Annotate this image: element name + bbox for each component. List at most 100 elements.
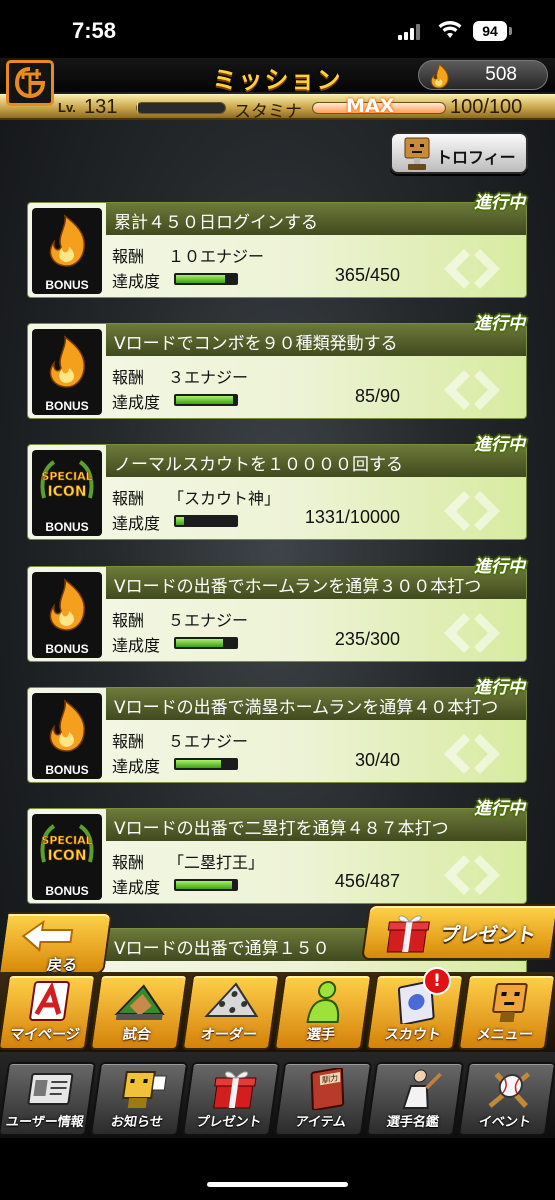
mission-card[interactable]: Vロードでコンボを９０種類発動する BONUS 報酬 ３エナジー 達成度 85/90 進行中 — [27, 314, 527, 419]
mission-card-body: 累計４５０日ログインする BONUS 報酬 １０エナジー 達成度 365/450 — [27, 202, 527, 298]
present-icon — [213, 1071, 257, 1109]
mission-card[interactable]: ノーマルスカウトを１００００回する SPECIAL ICON BONUS 報酬 「スカウト… — [27, 435, 527, 540]
secondary-nav: ユーザー情報 お知らせ プレゼント 馴力 アイテム 選手名鑑 イベント — [0, 1052, 555, 1138]
bonus-label: BONUS — [45, 884, 89, 898]
special-icon: SPECIALICON — [40, 824, 94, 864]
nav-item[interactable]: 馴力 アイテム — [273, 1062, 373, 1136]
nav-game[interactable]: 試合 — [89, 974, 189, 1050]
status-bar: 7:58 94 — [0, 0, 555, 58]
exp-gauge — [136, 102, 226, 114]
progress-label: 達成度 — [112, 878, 161, 897]
nav-item-label: アイテム — [294, 1115, 348, 1130]
reward-value: １０エナジー — [168, 247, 265, 266]
mission-title-bar: ノーマルスカウトを１００００回する — [106, 445, 526, 477]
energy-flame-icon — [49, 699, 85, 752]
special-icon-text-bottom: ICON — [47, 848, 86, 864]
home-indicator[interactable] — [207, 1182, 348, 1187]
nav-scout-label: スカウト — [383, 1027, 442, 1043]
progress-bar — [174, 879, 238, 891]
nav-news[interactable]: お知らせ — [89, 1062, 189, 1136]
chevron-decoration-icon — [444, 370, 500, 410]
present-button-label: プレゼント — [439, 924, 538, 946]
nav-menu-label: メニュー — [475, 1027, 534, 1043]
progress-bar-fill — [176, 275, 225, 283]
nav-order-label: オーダー — [199, 1027, 258, 1043]
trophy-button[interactable]: トロフィー — [390, 132, 528, 174]
nav-menu[interactable]: メニュー — [457, 974, 555, 1050]
battery-tip — [509, 27, 512, 35]
reward-label: 報酬 — [112, 853, 145, 872]
chevron-decoration-icon — [444, 734, 500, 774]
mission-status-badge: 進行中 — [474, 435, 525, 455]
nav-news-label: お知らせ — [109, 1115, 164, 1130]
present-button[interactable]: プレゼント — [361, 904, 555, 960]
status-time: 7:58 — [72, 18, 117, 43]
energy-flame-icon — [430, 62, 449, 89]
mission-status-badge: 進行中 — [474, 678, 525, 698]
primary-nav: マイページ 試合 オーダー 選手 スカウト メニュー — [0, 972, 555, 1052]
item-icon: 馴力 — [310, 1068, 345, 1110]
bonus-label: BONUS — [45, 278, 89, 292]
progress-bar — [174, 758, 238, 770]
mission-card[interactable]: 累計４５０日ログインする BONUS 報酬 １０エナジー 達成度 365/450 進行中 — [27, 193, 527, 298]
nav-order[interactable]: オーダー — [181, 974, 281, 1050]
nav-present[interactable]: プレゼント — [181, 1062, 281, 1136]
nav-player-label: 選手 — [305, 1027, 336, 1043]
reward-label: 報酬 — [112, 247, 145, 266]
mission-reward-icon: BONUS — [32, 693, 102, 779]
progress-label: 達成度 — [112, 393, 161, 412]
player-icon — [306, 981, 340, 1023]
progress-bar — [174, 515, 238, 527]
chevron-decoration-icon — [444, 491, 500, 531]
mission-card-body: ノーマルスカウトを１００００回する SPECIAL ICON BONUS 報酬 「スカウト… — [27, 444, 527, 540]
energy-flame-icon — [49, 335, 85, 388]
menu-icon — [492, 983, 528, 1022]
nav-my-page[interactable]: マイページ — [0, 974, 97, 1050]
bonus-label: BONUS — [45, 399, 89, 413]
special-icon-text-top: SPECIAL — [41, 834, 92, 847]
mission-title: Vロードの出番で満塁ホームランを通算４０本打つ — [114, 698, 499, 718]
wifi-icon — [438, 21, 462, 38]
back-button[interactable]: 戻る — [0, 912, 113, 974]
mission-card[interactable]: Vロードの出番で二塁打を通算４８７本打つ SPECIAL ICON BONUS 報酬 「二… — [27, 799, 527, 904]
mission-title-bar: 累計４５０日ログインする — [106, 203, 526, 235]
mission-title: 累計４５０日ログインする — [114, 213, 318, 233]
stamina-max-badge: MAX — [346, 95, 395, 117]
nav-player-directory[interactable]: 選手名鑑 — [365, 1062, 465, 1136]
mission-card[interactable]: Vロードの出番でホームランを通算３００本打つ BONUS 報酬 ５エナジー 達成度 235… — [27, 557, 527, 662]
mission-reward-icon: BONUS — [32, 329, 102, 415]
event-icon — [488, 1072, 530, 1108]
order-icon — [204, 982, 259, 1017]
progress-value: 365/450 — [334, 265, 400, 285]
mission-title: Vロードでコンボを９０種類発動する — [114, 334, 398, 354]
mission-card[interactable]: Vロードの出番で満塁ホームランを通算４０本打つ BONUS 報酬 ５エナジー 達成度 30… — [27, 678, 527, 783]
chevron-decoration-icon — [444, 249, 500, 289]
nav-user-info[interactable]: ユーザー情報 — [0, 1062, 97, 1136]
reward-value: 「スカウト神」 — [168, 489, 281, 508]
nav-player[interactable]: 選手 — [273, 974, 373, 1050]
progress-bar-fill — [176, 639, 223, 647]
nav-game-label: 試合 — [121, 1027, 152, 1043]
reward-value: ５エナジー — [168, 732, 249, 751]
reward-value: ５エナジー — [168, 611, 249, 630]
progress-value: 85/90 — [354, 386, 400, 406]
mission-status-badge: 進行中 — [474, 799, 525, 819]
progress-label: 達成度 — [112, 757, 161, 776]
battery-icon: 94 — [473, 21, 507, 41]
level-stamina-bar: Lv. 131 スタミナ MAX 100/100 — [0, 94, 555, 122]
progress-bar-fill — [176, 881, 233, 889]
nav-event[interactable]: イベント — [457, 1062, 555, 1136]
trophy-button-label: トロフィー — [436, 148, 516, 167]
nav-player-directory-label: 選手名鑑 — [385, 1115, 440, 1130]
mission-title-bar: Vロードの出番で満塁ホームランを通算４０本打つ — [106, 688, 526, 720]
reward-label: 報酬 — [112, 489, 145, 508]
mission-card-body: Vロードでコンボを９０種類発動する BONUS 報酬 ３エナジー 達成度 85/90 — [27, 323, 527, 419]
stamina-label: スタミナ — [234, 102, 302, 122]
back-arrow-icon — [21, 919, 74, 953]
team-logo[interactable] — [6, 60, 54, 106]
nav-my-page-label: マイページ — [8, 1027, 81, 1043]
progress-bar-fill — [176, 517, 184, 525]
reward-label: 報酬 — [112, 611, 145, 630]
mission-reward-icon: SPECIAL ICON BONUS — [32, 450, 102, 536]
progress-value: 235/300 — [334, 629, 400, 649]
